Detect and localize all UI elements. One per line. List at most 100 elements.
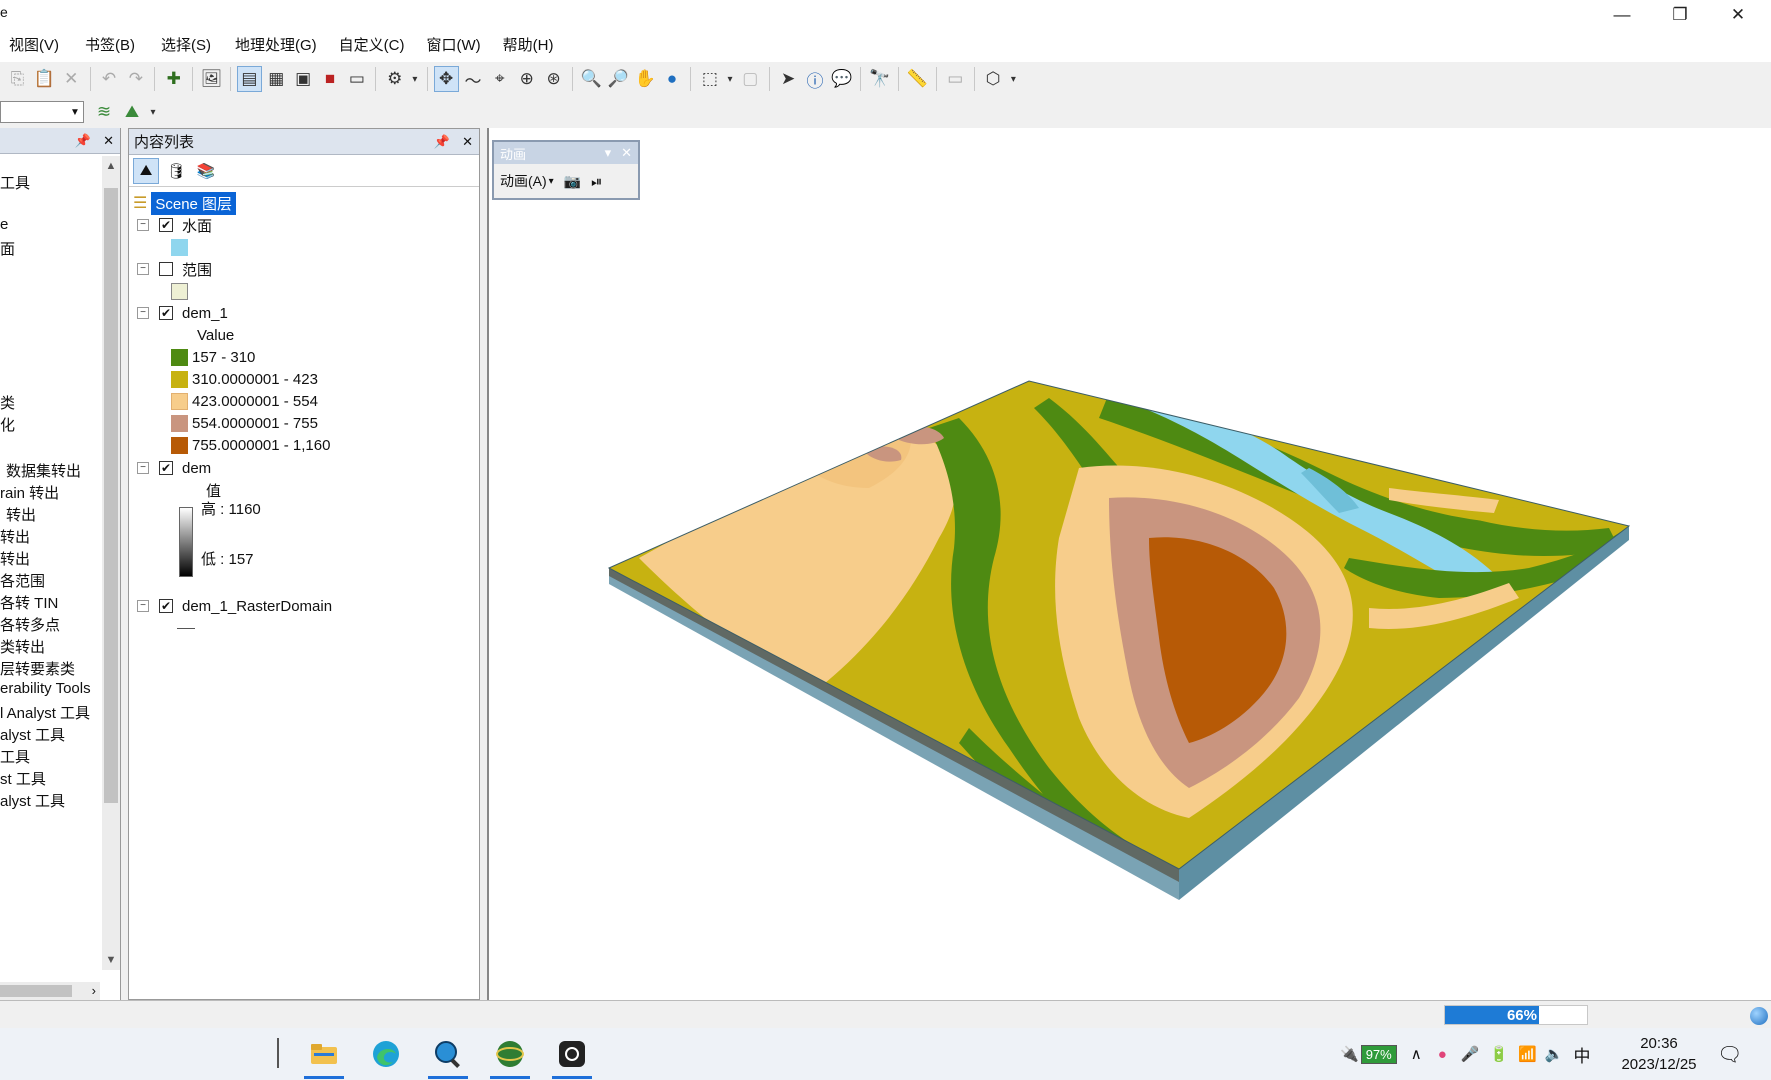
layer-name-rasterdomain[interactable]: dem_1_RasterDomain xyxy=(182,598,332,615)
scroll-thumb[interactable] xyxy=(104,188,118,803)
pan-icon[interactable]: ✋ xyxy=(633,66,658,92)
class-swatch[interactable] xyxy=(171,392,188,410)
delete-icon[interactable]: ✕ xyxy=(59,66,84,92)
html-popup-icon[interactable]: 💬 xyxy=(829,66,854,92)
tree-item[interactable]: 转出 xyxy=(0,526,30,547)
layer-checkbox-rasterdomain[interactable]: ✔ xyxy=(159,599,173,613)
layer-name-water[interactable]: 水面 xyxy=(182,215,212,236)
restore-button[interactable]: ❐ xyxy=(1652,0,1708,30)
legend-class-row[interactable]: 755.0000001 - 1,160 xyxy=(171,433,330,457)
identify-icon[interactable]: ⓘ xyxy=(803,66,828,92)
catalog-window-icon[interactable]: ▦ xyxy=(264,66,289,92)
layer-row-dem1[interactable]: − ✔ dem_1 xyxy=(137,301,228,325)
water-swatch[interactable] xyxy=(171,238,188,256)
layer-row-dem[interactable]: − ✔ dem xyxy=(137,456,211,480)
tree-item[interactable]: st 工具 xyxy=(0,768,46,789)
layer-row-rasterdomain[interactable]: − ✔ dem_1_RasterDomain xyxy=(137,594,332,618)
search-window-icon[interactable]: ▣ xyxy=(291,66,316,92)
collapse-icon[interactable]: − xyxy=(137,219,149,231)
terrain-surface[interactable] xyxy=(489,128,1771,1000)
pin-icon[interactable]: 📌 xyxy=(434,134,450,150)
collapse-icon[interactable]: − xyxy=(137,600,149,612)
microphone-icon[interactable]: 🎤 xyxy=(1461,1045,1480,1063)
class-swatch[interactable] xyxy=(171,348,188,366)
scene-properties-icon[interactable]: 🖼 xyxy=(199,66,224,92)
layer-checkbox-extent[interactable] xyxy=(159,262,173,276)
list-by-visibility-icon[interactable]: 📚 xyxy=(193,158,219,184)
tree-item[interactable]: 类 xyxy=(0,392,15,413)
legend-class-row[interactable]: 423.0000001 - 554 xyxy=(171,389,318,413)
battery-badge[interactable]: 97% xyxy=(1360,1044,1397,1064)
search-app-icon[interactable] xyxy=(426,1032,470,1079)
tree-item[interactable]: 各转 TIN xyxy=(0,592,58,613)
layer-row-water[interactable]: − ✔ 水面 xyxy=(137,213,212,237)
battery-icon[interactable]: 🔋 xyxy=(1489,1045,1508,1063)
add-data-icon[interactable]: ✚ xyxy=(161,66,186,92)
toolbar-options-icon[interactable]: ▾ xyxy=(147,99,159,125)
target-center-icon[interactable]: ⌖ xyxy=(487,66,512,92)
paste-icon[interactable]: 📋 xyxy=(32,66,57,92)
record-dot-icon[interactable]: ● xyxy=(1438,1046,1447,1063)
layer-checkbox-dem1[interactable]: ✔ xyxy=(159,306,173,320)
scene-view[interactable] xyxy=(487,128,1771,1000)
horizontal-scrollbar[interactable]: › xyxy=(0,982,100,1000)
tree-item[interactable]: alyst 工具 xyxy=(0,790,65,811)
layer-combo[interactable]: ▼ xyxy=(0,101,84,123)
scroll-thumb[interactable] xyxy=(0,985,72,997)
close-window-button[interactable]: ✕ xyxy=(1710,0,1766,30)
menu-customize[interactable]: 自定义(C) xyxy=(330,30,414,62)
tree-item[interactable]: 数据集转出 xyxy=(6,460,81,481)
layer-name-extent[interactable]: 范围 xyxy=(182,259,212,280)
menu-help[interactable]: 帮助(H) xyxy=(494,30,563,62)
undo-icon[interactable]: ↶ xyxy=(97,66,122,92)
stretch-gradient[interactable] xyxy=(179,507,193,577)
3d-analyst-icon[interactable]: ≋ xyxy=(91,99,117,125)
zoom-in-icon[interactable]: 🔍 xyxy=(579,66,604,92)
scroll-up-icon[interactable]: ▲ xyxy=(102,156,120,176)
tree-item[interactable]: 层转要素类 xyxy=(0,658,75,679)
toolbar-options-icon[interactable]: ▾ xyxy=(409,66,421,92)
fly-icon[interactable]: 〜 xyxy=(461,66,486,92)
select-elements-icon[interactable]: ➤ xyxy=(776,66,801,92)
scene-layers-label[interactable]: Scene 图层 xyxy=(151,191,237,215)
menu-window[interactable]: 窗口(W) xyxy=(418,30,490,62)
layer-checkbox-dem[interactable]: ✔ xyxy=(159,461,173,475)
3d-effects-icon[interactable]: ⬡ xyxy=(981,66,1006,92)
menu-bookmarks[interactable]: 书签(B) xyxy=(76,30,144,62)
ime-indicator[interactable]: 中 xyxy=(1574,1042,1591,1067)
select-dropdown-icon[interactable]: ▾ xyxy=(724,66,736,92)
redo-icon[interactable]: ↷ xyxy=(123,66,148,92)
copy-icon[interactable]: ⎘ xyxy=(5,66,30,92)
tree-item[interactable]: 转出 xyxy=(6,504,36,525)
navigate-icon[interactable]: ✥ xyxy=(433,66,459,92)
toolbar-options-icon[interactable]: ▾ xyxy=(1008,66,1020,92)
minimize-button[interactable]: — xyxy=(1594,0,1650,30)
animation-menu[interactable]: 动画(A) xyxy=(500,171,547,191)
layer-name-dem1[interactable]: dem_1 xyxy=(182,305,228,322)
vertical-scrollbar[interactable]: ▲ ▼ xyxy=(102,156,120,970)
legend-class-row[interactable]: 554.0000001 - 755 xyxy=(171,411,318,435)
layer-row-extent[interactable]: − 范围 xyxy=(137,257,212,281)
legend-class-row[interactable]: 310.0000001 - 423 xyxy=(171,367,318,391)
tree-item[interactable]: alyst 工具 xyxy=(0,724,65,745)
toc-root[interactable]: ☰ Scene 图层 xyxy=(133,191,237,215)
collapse-icon[interactable]: − xyxy=(137,462,149,474)
tree-item[interactable]: erability Tools xyxy=(0,680,91,697)
tree-item[interactable]: 工具 xyxy=(0,746,30,767)
full-extent-icon[interactable]: ● xyxy=(660,66,685,92)
notification-icon[interactable]: 🗨 xyxy=(1717,1042,1742,1067)
close-icon[interactable]: ✕ xyxy=(621,145,632,161)
collapse-icon[interactable]: − xyxy=(137,263,149,275)
select-features-icon[interactable]: ⬚ xyxy=(697,66,722,92)
animation-controls-icon[interactable]: ⏯ xyxy=(591,173,602,190)
menu-selection[interactable]: 选择(S) xyxy=(152,30,220,62)
legend-class-row[interactable]: 157 - 310 xyxy=(171,345,255,369)
close-icon[interactable]: ✕ xyxy=(462,134,473,150)
class-swatch[interactable] xyxy=(171,370,188,388)
tree-item[interactable]: 转出 xyxy=(0,548,30,569)
find-icon[interactable]: 🔭 xyxy=(867,66,892,92)
pin-icon[interactable]: 📌 xyxy=(75,133,91,149)
python-window-icon[interactable]: ▭ xyxy=(344,66,369,92)
screen-recorder-icon[interactable] xyxy=(550,1032,594,1079)
toc-window-icon[interactable]: ▤ xyxy=(236,66,262,92)
